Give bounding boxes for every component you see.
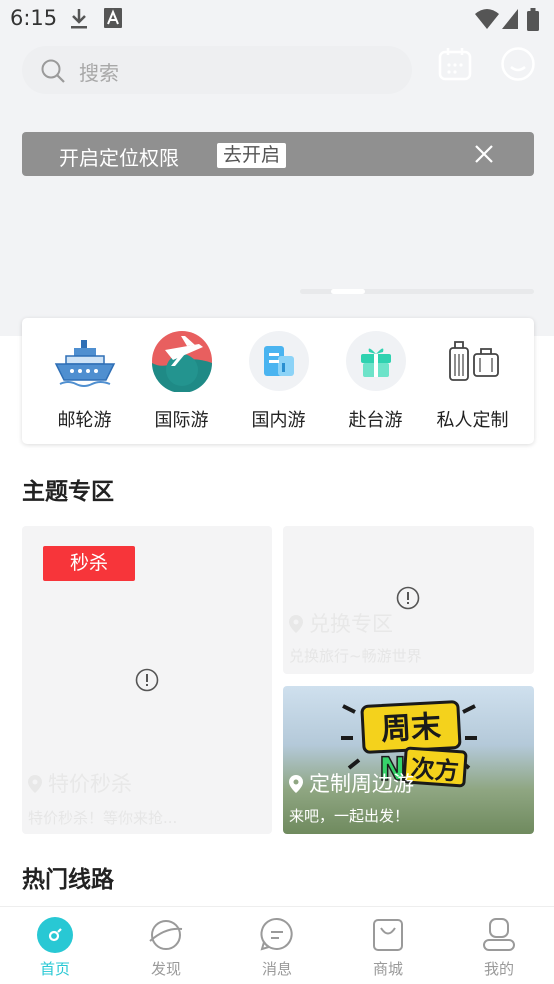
category-taiwan[interactable]: 赴台游 xyxy=(327,318,424,444)
download-icon xyxy=(71,9,87,29)
hot-routes-title: 热门线路 xyxy=(22,867,114,893)
category-domestic[interactable]: 国内游 xyxy=(230,318,327,444)
enable-location-button[interactable]: 去开启 xyxy=(217,143,287,168)
location-pin-icon xyxy=(28,775,42,793)
category-private-custom[interactable]: 私人定制 xyxy=(424,318,521,444)
profile-icon xyxy=(483,918,515,951)
text-a-icon xyxy=(104,8,122,28)
category-label: 国际游 xyxy=(154,410,209,431)
tab-mine[interactable]: 我的 xyxy=(444,907,554,984)
category-label: 国内游 xyxy=(251,410,306,431)
tab-mall[interactable]: 商城 xyxy=(333,907,443,984)
tab-label: 首页 xyxy=(39,960,70,978)
carousel-pager-active-dot xyxy=(331,289,365,294)
tab-label: 发现 xyxy=(150,960,181,978)
svg-text:次方: 次方 xyxy=(410,754,460,785)
search-icon xyxy=(41,59,65,83)
status-bar: 6:15 xyxy=(0,0,554,38)
globe-plane-icon xyxy=(152,331,212,392)
location-permission-banner: 开启定位权限 去开启 xyxy=(22,132,534,176)
category-label: 私人定制 xyxy=(436,410,509,431)
signal-icon xyxy=(502,9,518,29)
exchange-subtitle: 兑换旅行~畅游世界 xyxy=(289,647,422,665)
bottom-tab-bar: 首页 发现 消息 商城 我的 xyxy=(0,906,554,984)
category-label: 赴台游 xyxy=(348,410,403,431)
tab-home[interactable]: 首页 xyxy=(0,907,110,984)
status-time: 6:15 xyxy=(10,6,58,30)
weekend-tour-tile[interactable]: 周末 N 次方 定制周边游 来吧，一起出发！ xyxy=(283,686,534,834)
chat-bot-icon[interactable] xyxy=(500,46,536,82)
shopping-bag-icon xyxy=(373,919,403,951)
location-banner-text: 开启定位权限 xyxy=(59,146,179,170)
battery-icon xyxy=(527,8,539,31)
luggage-icon xyxy=(449,341,499,381)
buildings-icon xyxy=(249,331,309,391)
weekend-title: 定制周边游 xyxy=(289,768,414,798)
seckill-subtitle: 特价秒杀！等你来抢... xyxy=(28,809,178,827)
image-error-icon xyxy=(396,586,420,610)
tab-label: 商城 xyxy=(372,960,403,978)
tab-label: 消息 xyxy=(261,960,292,978)
category-card: 邮轮游 国际游 国内游 赴台游 私人定制 xyxy=(22,318,534,444)
wifi-icon xyxy=(475,9,499,29)
seckill-title-text: 特价秒杀 xyxy=(48,772,132,796)
seckill-title: 特价秒杀 xyxy=(28,768,132,798)
exchange-title-text: 兑换专区 xyxy=(309,612,393,636)
tab-discover[interactable]: 发现 xyxy=(111,907,221,984)
tab-label: 我的 xyxy=(483,960,514,978)
gift-box-icon xyxy=(346,331,406,391)
image-error-icon xyxy=(135,668,159,692)
location-pin-icon xyxy=(289,615,303,633)
close-icon[interactable] xyxy=(474,144,494,164)
calendar-icon[interactable] xyxy=(437,46,473,82)
category-cruise[interactable]: 邮轮游 xyxy=(36,318,133,444)
category-international[interactable]: 国际游 xyxy=(133,318,230,444)
exchange-title: 兑换专区 xyxy=(289,608,393,638)
cruise-ship-icon xyxy=(54,340,116,387)
seckill-tile[interactable]: 秒杀 特价秒杀 特价秒杀！等你来抢... xyxy=(22,526,272,834)
seckill-badge: 秒杀 xyxy=(43,546,135,581)
location-pin-icon xyxy=(289,775,303,793)
tab-messages[interactable]: 消息 xyxy=(222,907,332,984)
search-input[interactable]: 搜索 xyxy=(22,46,412,94)
planet-icon xyxy=(149,920,183,950)
weekend-title-text: 定制周边游 xyxy=(309,772,414,796)
search-placeholder: 搜索 xyxy=(79,61,119,85)
category-label: 邮轮游 xyxy=(57,410,112,431)
svg-text:周末: 周末 xyxy=(380,709,442,747)
weekend-subtitle: 来吧，一起出发！ xyxy=(289,807,410,825)
exchange-tile[interactable]: 兑换专区 兑换旅行~畅游世界 xyxy=(283,526,534,674)
home-icon xyxy=(37,917,73,953)
message-icon xyxy=(260,917,293,951)
theme-section-title: 主题专区 xyxy=(22,479,114,505)
